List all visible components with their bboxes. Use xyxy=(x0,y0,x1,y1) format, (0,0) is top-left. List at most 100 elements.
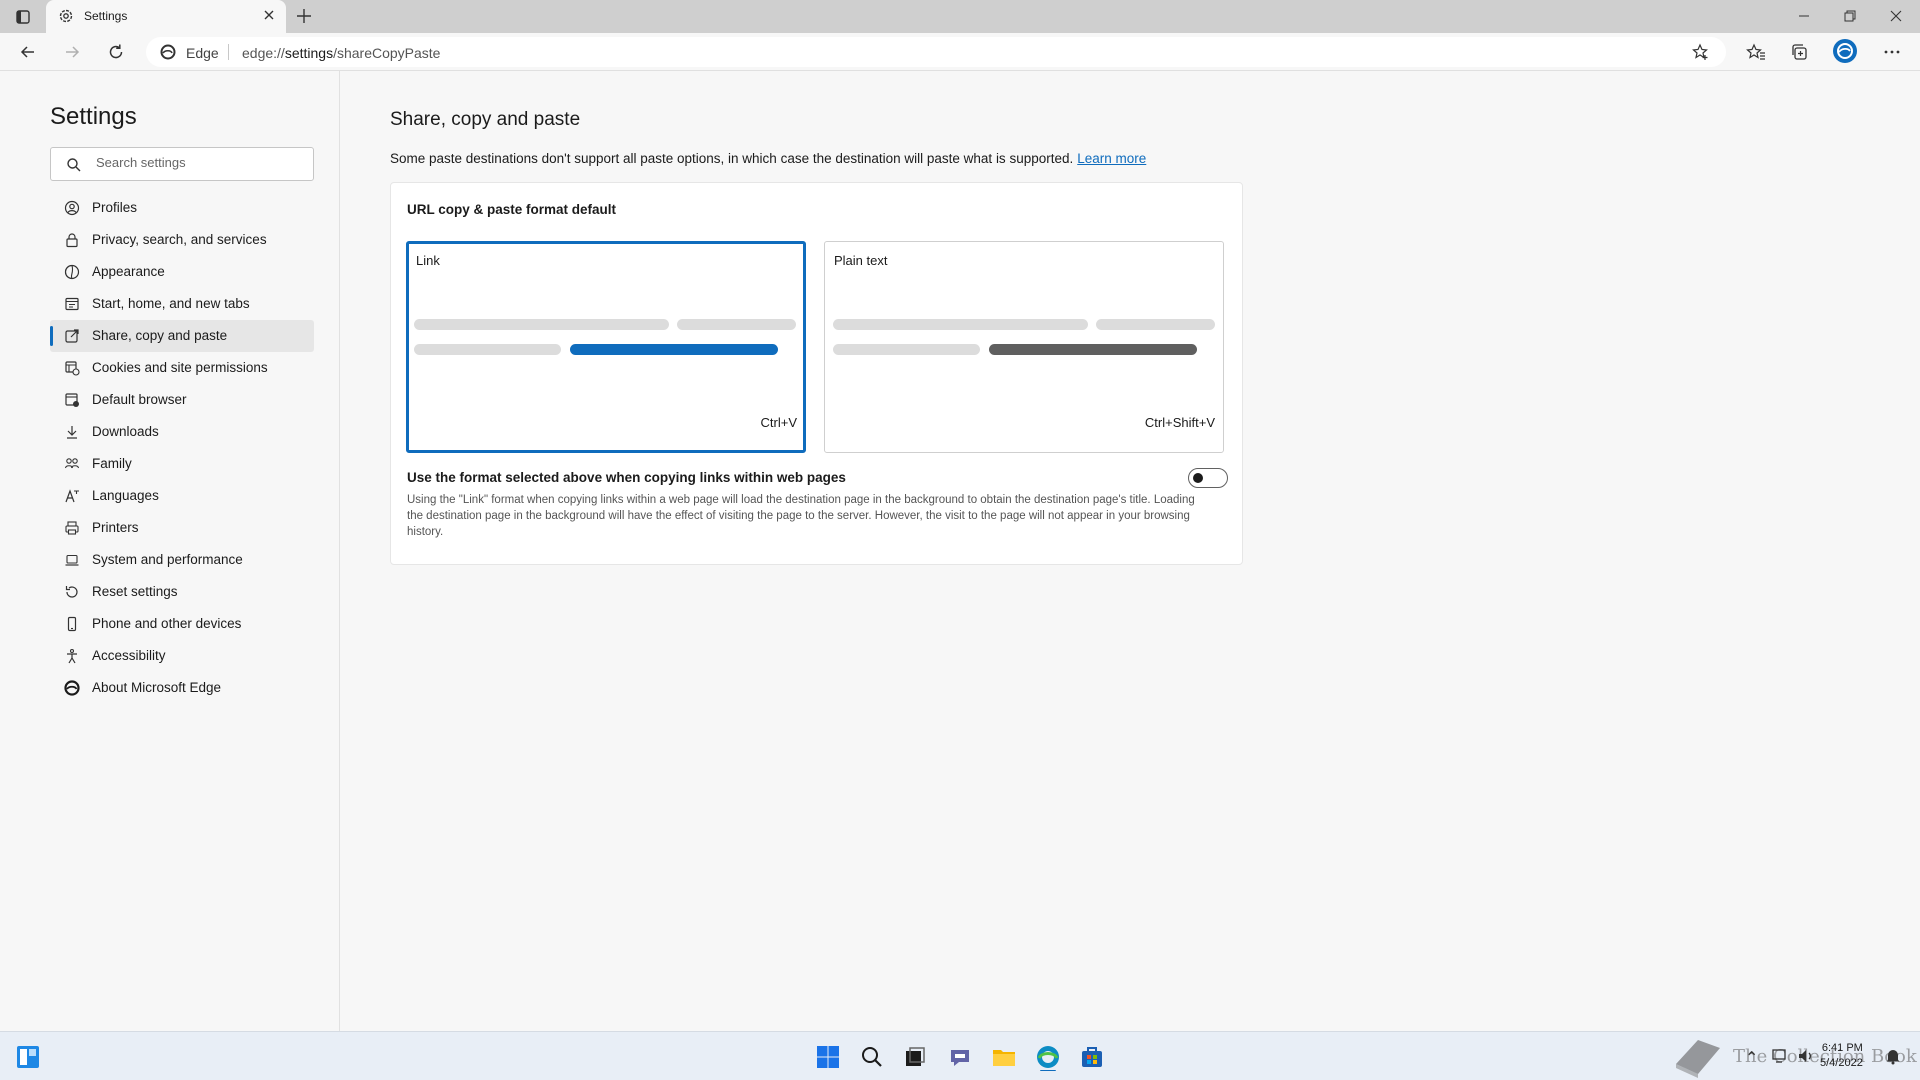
home-tabs-icon xyxy=(64,296,80,312)
more-options-icon[interactable] xyxy=(1882,42,1902,62)
sidebar-item-label: Accessibility xyxy=(92,648,166,663)
learn-more-link[interactable]: Learn more xyxy=(1077,151,1146,166)
watermark-book-icon xyxy=(1668,1034,1726,1080)
sidebar-item-label: Appearance xyxy=(92,264,165,279)
option-label: Plain text xyxy=(834,253,888,268)
sidebar-item-family[interactable]: Family xyxy=(50,448,314,480)
sidebar-title: Settings xyxy=(50,103,137,130)
search-icon[interactable] xyxy=(858,1043,886,1071)
minimize-icon[interactable] xyxy=(1796,8,1812,24)
sidebar-item-label: Default browser xyxy=(92,392,187,407)
toggle-knob xyxy=(1193,473,1203,483)
back-icon[interactable] xyxy=(18,42,38,62)
sidebar-item-accessibility[interactable]: Accessibility xyxy=(50,640,314,672)
widgets-icon[interactable] xyxy=(14,1043,42,1071)
sidebar-item-printers[interactable]: Printers xyxy=(50,512,314,544)
profile-avatar-icon[interactable] xyxy=(1833,39,1857,63)
sidebar-item-reset[interactable]: Reset settings xyxy=(50,576,314,608)
sidebar-item-label: Start, home, and new tabs xyxy=(92,296,250,311)
cookies-icon xyxy=(64,360,80,376)
toggle-description: Using the "Link" format when copying lin… xyxy=(407,494,1195,538)
forward-icon[interactable] xyxy=(62,42,82,62)
gear-icon xyxy=(58,8,74,24)
preview-line xyxy=(414,319,669,330)
chat-icon[interactable] xyxy=(946,1043,974,1071)
new-tab-button[interactable] xyxy=(294,6,314,26)
tab-actions-icon[interactable] xyxy=(13,7,33,27)
close-window-icon[interactable] xyxy=(1888,8,1904,24)
search-input[interactable] xyxy=(96,155,296,170)
sidebar-item-system[interactable]: System and performance xyxy=(50,544,314,576)
lock-icon xyxy=(64,232,80,248)
tab-settings[interactable]: Settings xyxy=(46,0,286,33)
sidebar-item-about[interactable]: About Microsoft Edge xyxy=(50,672,314,704)
sidebar-item-downloads[interactable]: Downloads xyxy=(50,416,314,448)
sidebar-item-languages[interactable]: Languages xyxy=(50,480,314,512)
notification-icon[interactable] xyxy=(1884,1047,1902,1065)
preview-line xyxy=(414,344,561,355)
address-separator xyxy=(228,44,229,60)
phone-icon xyxy=(64,616,80,632)
format-toggle[interactable] xyxy=(1188,468,1228,488)
search-box[interactable] xyxy=(50,147,314,181)
shortcut-text: Ctrl+V xyxy=(760,415,797,430)
browser-icon xyxy=(64,392,80,408)
search-icon xyxy=(67,158,81,172)
sidebar-item-label: Languages xyxy=(92,488,159,503)
task-view-icon[interactable] xyxy=(901,1043,929,1071)
sidebar-item-label: Share, copy and paste xyxy=(92,328,228,343)
collections-icon[interactable] xyxy=(1790,42,1810,62)
network-icon[interactable] xyxy=(1771,1047,1789,1065)
edge-logo-icon xyxy=(160,44,176,60)
preview-line xyxy=(833,344,980,355)
sidebar-item-profiles[interactable]: Profiles xyxy=(50,192,314,224)
store-icon[interactable] xyxy=(1078,1043,1106,1071)
toggle-title: Use the format selected above when copyi… xyxy=(407,470,846,485)
sidebar-item-label: Family xyxy=(92,456,132,471)
url-text[interactable]: edge://settings/shareCopyPaste xyxy=(242,45,440,61)
clock[interactable]: 6:41 PM 5/4/2022 xyxy=(1820,1041,1863,1071)
clock-date: 5/4/2022 xyxy=(1820,1057,1863,1069)
preview-line xyxy=(677,319,796,330)
page-description: Some paste destinations don't support al… xyxy=(390,151,1147,166)
refresh-icon[interactable] xyxy=(106,42,126,62)
profile-icon xyxy=(64,200,80,216)
restore-icon[interactable] xyxy=(1842,8,1858,24)
close-tab-icon[interactable] xyxy=(262,8,276,22)
address-site-label: Edge xyxy=(186,45,219,61)
sidebar-item-label: Profiles xyxy=(92,200,138,215)
reset-icon xyxy=(64,584,80,600)
url-format-card: URL copy & paste format default Link Ctr… xyxy=(390,182,1243,565)
windows-start-icon[interactable] xyxy=(814,1043,842,1071)
download-icon xyxy=(64,424,80,440)
option-link[interactable]: Link Ctrl+V xyxy=(406,241,806,453)
sidebar-item-default-browser[interactable]: Default browser xyxy=(50,384,314,416)
sidebar-item-share-copy-paste[interactable]: Share, copy and paste xyxy=(50,320,314,352)
languages-icon xyxy=(64,488,80,504)
sidebar-item-phone[interactable]: Phone and other devices xyxy=(50,608,314,640)
sidebar-item-cookies[interactable]: Cookies and site permissions xyxy=(50,352,314,384)
address-bar[interactable]: Edge edge://settings/shareCopyPaste xyxy=(146,37,1726,67)
card-title: URL copy & paste format default xyxy=(407,202,617,217)
sidebar-item-label: Reset settings xyxy=(92,584,178,599)
sidebar-item-appearance[interactable]: Appearance xyxy=(50,256,314,288)
sidebar-item-label: Downloads xyxy=(92,424,159,439)
plain-preview-bar xyxy=(989,344,1197,355)
option-plain-text[interactable]: Plain text Ctrl+Shift+V xyxy=(824,241,1224,453)
preview-line xyxy=(833,319,1088,330)
volume-icon[interactable] xyxy=(1797,1047,1815,1065)
sidebar-item-label: About Microsoft Edge xyxy=(92,680,222,695)
sidebar-item-label: Printers xyxy=(92,520,139,535)
favorites-icon[interactable] xyxy=(1746,42,1766,62)
laptop-icon xyxy=(64,552,80,568)
add-favorite-icon[interactable] xyxy=(1692,43,1710,61)
tab-title: Settings xyxy=(84,9,128,23)
file-explorer-icon[interactable] xyxy=(990,1043,1018,1071)
sidebar-item-start-home[interactable]: Start, home, and new tabs xyxy=(50,288,314,320)
tab-strip: Settings xyxy=(0,0,1920,33)
sidebar-item-label: System and performance xyxy=(92,552,243,567)
sidebar-item-privacy[interactable]: Privacy, search, and services xyxy=(50,224,314,256)
appearance-icon xyxy=(64,264,80,280)
chevron-up-icon[interactable]: ⌃ xyxy=(1745,1048,1758,1068)
edge-taskbar-icon[interactable] xyxy=(1034,1043,1062,1071)
